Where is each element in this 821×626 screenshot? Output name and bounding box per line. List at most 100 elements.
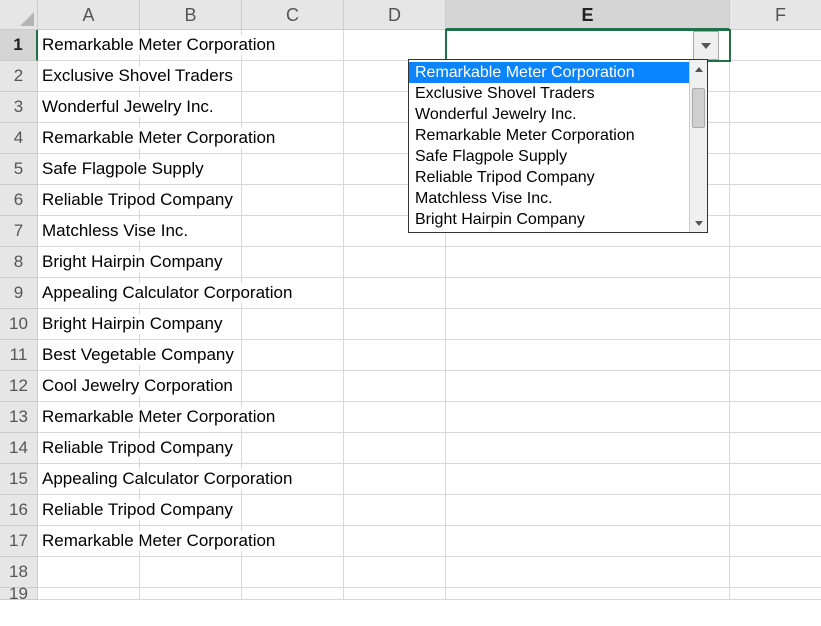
column-header-C[interactable]: C <box>242 0 344 30</box>
cell-A3[interactable]: Wonderful Jewelry Inc. <box>38 92 140 123</box>
cell-D14[interactable] <box>344 433 446 464</box>
cell-F3[interactable] <box>730 92 821 123</box>
cell-E12[interactable] <box>446 371 730 402</box>
scroll-up-button[interactable] <box>690 60 707 78</box>
dropdown-item[interactable]: Matchless Vise Inc. <box>409 188 689 209</box>
dropdown-item[interactable]: Reliable Tripod Company <box>409 167 689 188</box>
dropdown-item[interactable]: Remarkable Meter Corporation <box>409 62 689 83</box>
column-header-A[interactable]: A <box>38 0 140 30</box>
cell-F13[interactable] <box>730 402 821 433</box>
cell-E18[interactable] <box>446 557 730 588</box>
cell-F17[interactable] <box>730 526 821 557</box>
cell-E16[interactable] <box>446 495 730 526</box>
cell-C18[interactable] <box>242 557 344 588</box>
dropdown-item[interactable]: Exclusive Shovel Traders <box>409 83 689 104</box>
row-header-14[interactable]: 14 <box>0 433 38 464</box>
cell-F4[interactable] <box>730 123 821 154</box>
cell-A12[interactable]: Cool Jewelry Corporation <box>38 371 140 402</box>
cell-F2[interactable] <box>730 61 821 92</box>
row-header-10[interactable]: 10 <box>0 309 38 340</box>
cell-C12[interactable] <box>242 371 344 402</box>
row-header-5[interactable]: 5 <box>0 154 38 185</box>
row-header-6[interactable]: 6 <box>0 185 38 216</box>
data-validation-dropdown-list[interactable]: Remarkable Meter CorporationExclusive Sh… <box>408 59 708 233</box>
row-header-13[interactable]: 13 <box>0 402 38 433</box>
cell-E10[interactable] <box>446 309 730 340</box>
cell-D15[interactable] <box>344 464 446 495</box>
row-header-11[interactable]: 11 <box>0 340 38 371</box>
cell-D17[interactable] <box>344 526 446 557</box>
cell-E17[interactable] <box>446 526 730 557</box>
dropdown-scrollbar[interactable] <box>689 60 707 232</box>
row-header-3[interactable]: 3 <box>0 92 38 123</box>
column-header-E[interactable]: E <box>446 0 730 30</box>
cell-C7[interactable] <box>242 216 344 247</box>
row-header-17[interactable]: 17 <box>0 526 38 557</box>
column-header-B[interactable]: B <box>140 0 242 30</box>
cell-E13[interactable] <box>446 402 730 433</box>
row-header-4[interactable]: 4 <box>0 123 38 154</box>
cell-A17[interactable]: Remarkable Meter Corporation <box>38 526 140 557</box>
cell-E8[interactable] <box>446 247 730 278</box>
cell-D1[interactable] <box>344 30 446 61</box>
cell-A15[interactable]: Appealing Calculator Corporation <box>38 464 140 495</box>
scroll-thumb[interactable] <box>692 88 705 128</box>
cell-E1[interactable] <box>446 30 730 61</box>
row-header-7[interactable]: 7 <box>0 216 38 247</box>
cell-F11[interactable] <box>730 340 821 371</box>
cell-A2[interactable]: Exclusive Shovel Traders <box>38 61 140 92</box>
cell-A11[interactable]: Best Vegetable Company <box>38 340 140 371</box>
cell-D8[interactable] <box>344 247 446 278</box>
cell-E19[interactable] <box>446 588 730 600</box>
row-header-15[interactable]: 15 <box>0 464 38 495</box>
cell-C8[interactable] <box>242 247 344 278</box>
cell-D16[interactable] <box>344 495 446 526</box>
cell-F5[interactable] <box>730 154 821 185</box>
cell-D11[interactable] <box>344 340 446 371</box>
cell-F14[interactable] <box>730 433 821 464</box>
cell-D12[interactable] <box>344 371 446 402</box>
select-all-corner[interactable] <box>0 0 38 30</box>
cell-E9[interactable] <box>446 278 730 309</box>
cell-F10[interactable] <box>730 309 821 340</box>
dropdown-item[interactable]: Wonderful Jewelry Inc. <box>409 104 689 125</box>
row-header-19[interactable]: 19 <box>0 588 38 600</box>
cell-A19[interactable] <box>38 588 140 600</box>
cell-C19[interactable] <box>242 588 344 600</box>
dropdown-item[interactable]: Safe Flagpole Supply <box>409 146 689 167</box>
column-header-D[interactable]: D <box>344 0 446 30</box>
cell-B18[interactable] <box>140 557 242 588</box>
dropdown-item[interactable]: Remarkable Meter Corporation <box>409 125 689 146</box>
cell-A6[interactable]: Reliable Tripod Company <box>38 185 140 216</box>
cell-A16[interactable]: Reliable Tripod Company <box>38 495 140 526</box>
column-header-F[interactable]: F <box>730 0 821 30</box>
cell-A5[interactable]: Safe Flagpole Supply <box>38 154 140 185</box>
cell-F6[interactable] <box>730 185 821 216</box>
cell-F9[interactable] <box>730 278 821 309</box>
scroll-down-button[interactable] <box>690 214 707 232</box>
cell-F15[interactable] <box>730 464 821 495</box>
cell-C3[interactable] <box>242 92 344 123</box>
cell-F8[interactable] <box>730 247 821 278</box>
cell-A1[interactable]: Remarkable Meter Corporation <box>38 30 140 61</box>
row-header-12[interactable]: 12 <box>0 371 38 402</box>
cell-A7[interactable]: Matchless Vise Inc. <box>38 216 140 247</box>
cell-C11[interactable] <box>242 340 344 371</box>
row-header-2[interactable]: 2 <box>0 61 38 92</box>
row-header-1[interactable]: 1 <box>0 30 38 61</box>
cell-D19[interactable] <box>344 588 446 600</box>
cell-F1[interactable] <box>730 30 821 61</box>
dropdown-item[interactable]: Bright Hairpin Company <box>409 209 689 230</box>
cell-F12[interactable] <box>730 371 821 402</box>
cell-A18[interactable] <box>38 557 140 588</box>
cell-A8[interactable]: Bright Hairpin Company <box>38 247 140 278</box>
cell-D9[interactable] <box>344 278 446 309</box>
row-header-9[interactable]: 9 <box>0 278 38 309</box>
cell-D10[interactable] <box>344 309 446 340</box>
cell-E11[interactable] <box>446 340 730 371</box>
cell-F7[interactable] <box>730 216 821 247</box>
cell-F18[interactable] <box>730 557 821 588</box>
cell-C5[interactable] <box>242 154 344 185</box>
data-validation-dropdown-button[interactable] <box>693 31 719 60</box>
cell-D18[interactable] <box>344 557 446 588</box>
